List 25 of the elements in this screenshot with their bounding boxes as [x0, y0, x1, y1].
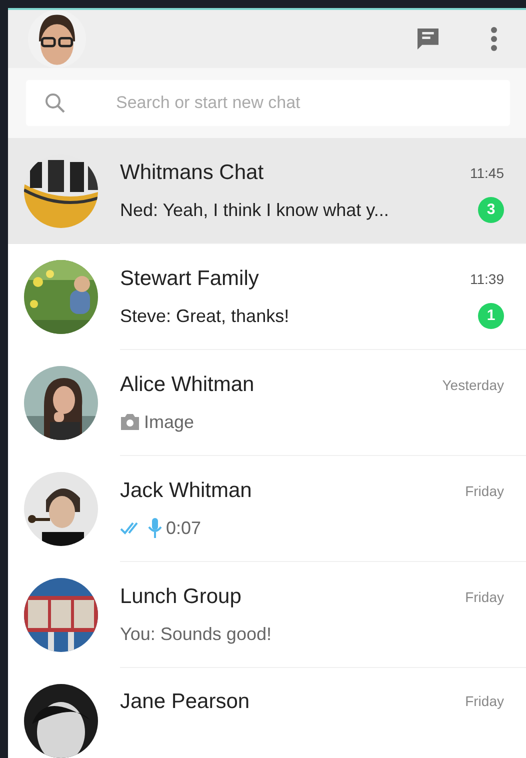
- contact-name: Jane Pearson: [120, 689, 250, 715]
- unread-count: 1: [478, 303, 504, 330]
- search-field[interactable]: Search or start new chat: [26, 80, 510, 126]
- contact-name: Jack Whitman: [120, 478, 252, 504]
- message-time: 11:45: [470, 164, 504, 182]
- message-time: Friday: [465, 692, 504, 712]
- unread-count: 3: [478, 197, 504, 224]
- camera-icon: [120, 413, 140, 432]
- chat-row[interactable]: Whitmans Chat 11:45 Ned: Yeah, I think I know what y... 3: [8, 138, 526, 244]
- microphone-icon: [148, 517, 162, 540]
- message-preview: You: Sounds good!: [120, 622, 272, 646]
- contact-name: Alice Whitman: [120, 372, 254, 398]
- message-time: Friday: [465, 588, 504, 607]
- message-preview: Image: [144, 410, 194, 434]
- message-time: Yesterday: [442, 376, 504, 395]
- message-time: 11:39: [470, 270, 504, 288]
- menu-icon[interactable]: [490, 26, 498, 52]
- contact-name: Whitmans Chat: [120, 160, 264, 186]
- message-time: Friday: [465, 482, 504, 501]
- contact-name: Lunch Group: [120, 584, 242, 610]
- search-icon: [44, 92, 66, 114]
- message-preview: Ned: Yeah, I think I know what y...: [120, 198, 389, 222]
- message-preview: 0:07: [166, 516, 202, 540]
- contact-name: Stewart Family: [120, 266, 259, 292]
- message-preview: Steve: Great, thanks!: [120, 304, 290, 328]
